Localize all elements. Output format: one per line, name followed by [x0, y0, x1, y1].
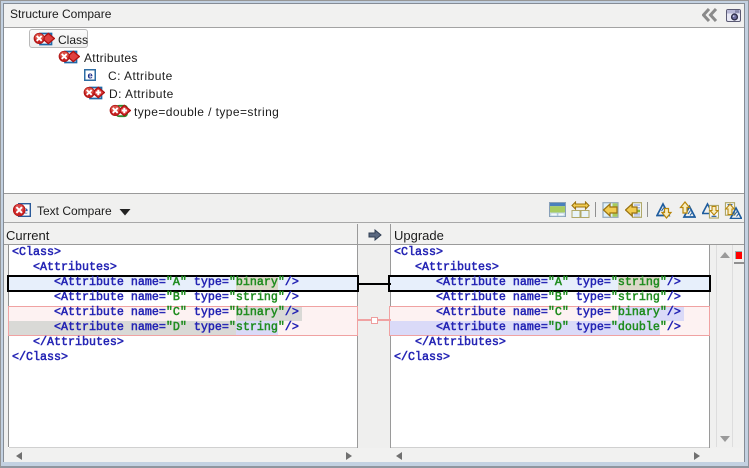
- svg-text:e: e: [87, 70, 92, 81]
